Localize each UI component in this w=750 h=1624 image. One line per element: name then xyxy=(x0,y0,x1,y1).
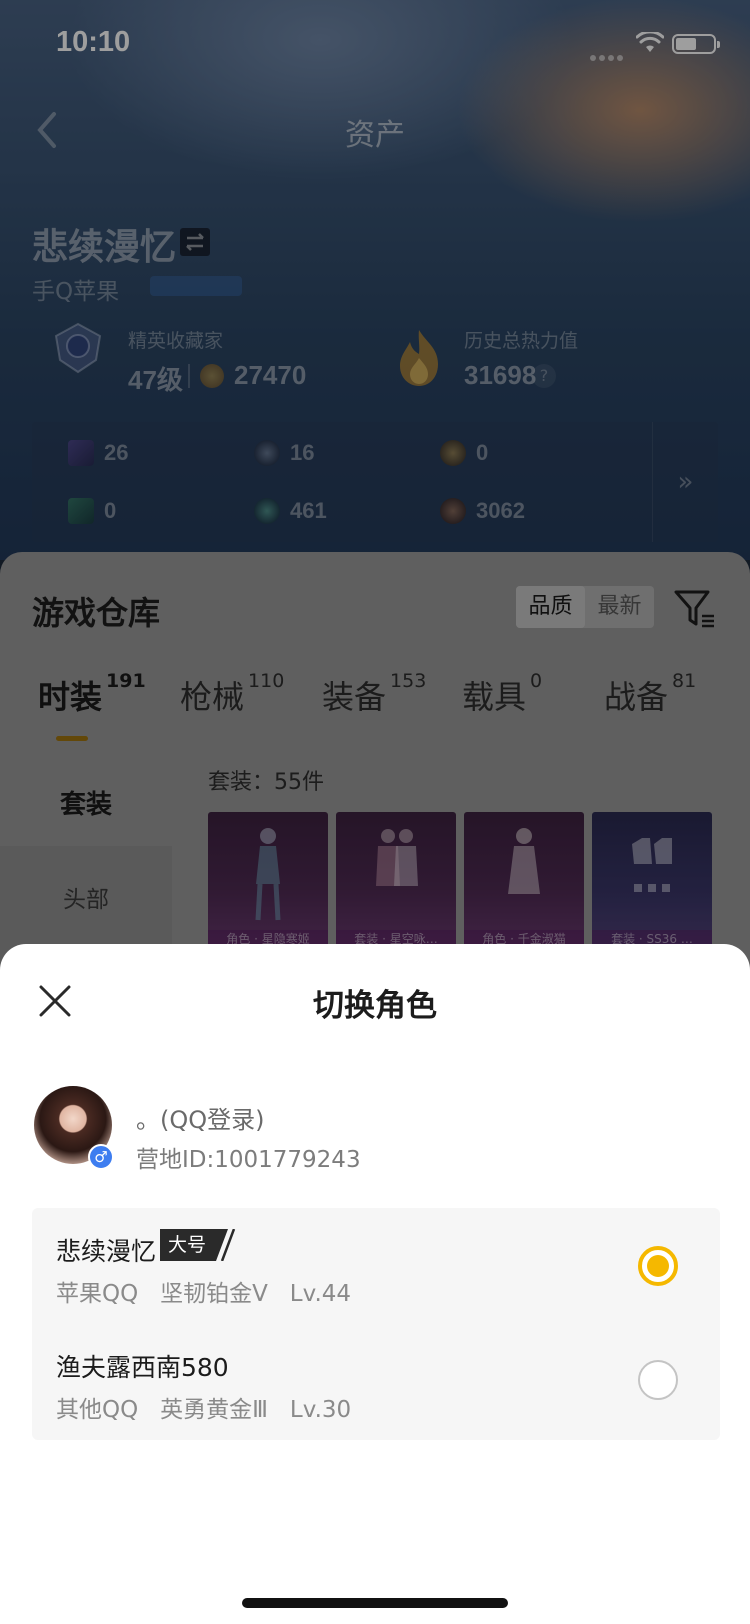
role-radio-selected[interactable] xyxy=(638,1246,678,1286)
main-account-badge: 大号 xyxy=(160,1228,236,1262)
sheet-title: 切换角色 xyxy=(313,988,437,1024)
role-name: 渔夫露西南580 xyxy=(56,1353,229,1382)
badge-label: 大号 xyxy=(160,1229,215,1261)
account-name: 。(QQ登录) xyxy=(136,1106,265,1134)
badge-slash-icon xyxy=(214,1229,236,1261)
role-option[interactable]: 悲续漫忆 大号 苹果QQ 坚韧铂金Ⅴ Lv.44 xyxy=(32,1208,720,1324)
gender-male-icon: ♂ xyxy=(88,1144,114,1170)
role-name: 悲续漫忆 xyxy=(56,1237,157,1266)
role-meta: 其他QQ 英勇黄金Ⅲ Lv.30 xyxy=(56,1397,352,1423)
home-indicator xyxy=(242,1598,508,1608)
role-meta: 苹果QQ 坚韧铂金Ⅴ Lv.44 xyxy=(56,1281,352,1307)
role-radio-unselected[interactable] xyxy=(638,1360,678,1400)
account-id: 营地ID:1001779243 xyxy=(136,1147,361,1173)
switch-role-sheet: 切换角色 ♂ 。(QQ登录) 营地ID:1001779243 悲续漫忆 大号 苹… xyxy=(0,944,750,1624)
role-option[interactable]: 渔夫露西南580 其他QQ 英勇黄金Ⅲ Lv.30 xyxy=(32,1324,720,1440)
role-list: 悲续漫忆 大号 苹果QQ 坚韧铂金Ⅴ Lv.44 渔夫露西南580 其他QQ 英… xyxy=(32,1208,720,1440)
